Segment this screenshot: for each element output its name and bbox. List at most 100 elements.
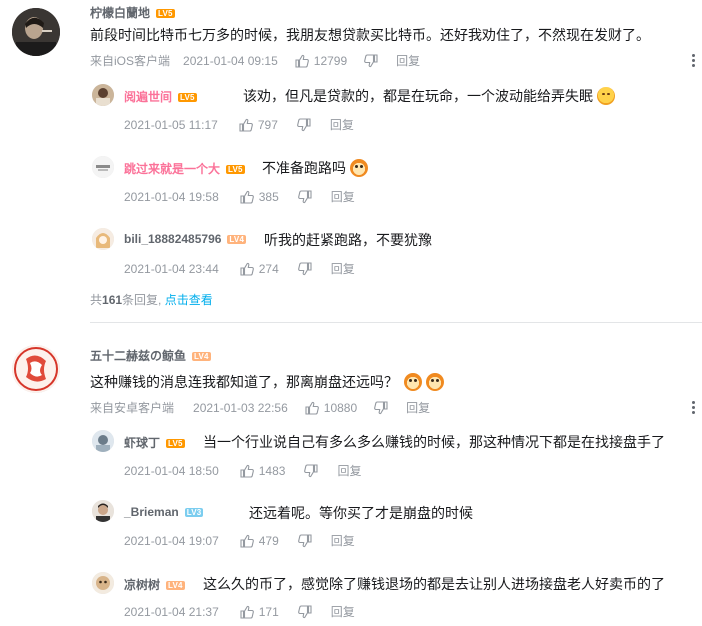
reply-text: 该劝，但凡是贷款的，都是在玩命，一个波动能给弄失眠 bbox=[243, 86, 615, 106]
level-badge: LV5 bbox=[178, 93, 197, 103]
thumbs-up-icon[interactable] bbox=[304, 400, 320, 416]
reply-text: 听我的赶紧跑路，不要犹豫 bbox=[264, 232, 432, 248]
reply-count: 161 bbox=[102, 293, 123, 307]
reply-username[interactable]: 凉树树 LV4 bbox=[124, 576, 185, 593]
reply-button[interactable]: 回复 bbox=[396, 52, 420, 69]
avatar[interactable] bbox=[92, 430, 114, 452]
avatar[interactable] bbox=[12, 8, 60, 56]
thumbs-up-icon[interactable] bbox=[239, 463, 255, 479]
reply-button[interactable]: 回复 bbox=[331, 188, 355, 205]
like-count: 797 bbox=[257, 117, 278, 132]
reply-text-content: 不准备跑路吗 bbox=[262, 160, 346, 176]
thumbs-down-icon[interactable] bbox=[297, 189, 313, 205]
avatar[interactable] bbox=[12, 345, 60, 393]
reply-username[interactable]: 跳过来就是一个大 LV5 bbox=[124, 160, 245, 177]
more-options-icon[interactable] bbox=[692, 54, 696, 68]
thumbs-up-icon[interactable] bbox=[239, 189, 255, 205]
comment-meta: 来自iOS客户端 2021-01-04 09:15 12799 回复 bbox=[90, 52, 420, 69]
thumbs-up-icon[interactable] bbox=[239, 533, 255, 549]
thumbs-up-icon[interactable] bbox=[238, 117, 254, 133]
timestamp: 2021-01-04 23:44 bbox=[124, 261, 219, 276]
like-button[interactable]: 797 bbox=[238, 117, 278, 133]
reply-text: 不准备跑路吗 bbox=[262, 158, 368, 178]
like-count: 479 bbox=[258, 533, 279, 548]
reply-button[interactable]: 回复 bbox=[406, 399, 430, 416]
thumbs-down-icon[interactable] bbox=[373, 400, 389, 416]
like-button[interactable]: 171 bbox=[239, 604, 279, 620]
username-text[interactable]: 柠檬白蘭地 bbox=[90, 6, 150, 20]
level-badge: LV4 bbox=[227, 235, 247, 245]
reply-username[interactable]: _Brieman LV3 bbox=[124, 505, 204, 519]
username-text[interactable]: 五十二赫兹の鲸鱼 bbox=[90, 349, 186, 363]
avatar[interactable] bbox=[92, 500, 114, 522]
source-label: 来自iOS客户端 bbox=[90, 54, 171, 68]
reply-text: 这么久的币了，感觉除了赚钱退场的都是去让别人进场接盘老人好卖币的了 bbox=[203, 576, 665, 592]
timestamp: 2021-01-04 18:50 bbox=[124, 463, 219, 478]
username[interactable]: 五十二赫兹の鲸鱼 LV4 bbox=[90, 347, 211, 364]
like-button[interactable]: 274 bbox=[239, 261, 279, 277]
level-badge: LV5 bbox=[156, 9, 175, 19]
summary-prefix: 共 bbox=[90, 293, 103, 307]
thumbs-down-icon[interactable] bbox=[297, 604, 313, 620]
comment-text-content: 这种赚钱的消息连我都知道了，那离崩盘还远吗？ bbox=[90, 374, 398, 390]
thumbs-down-icon[interactable] bbox=[297, 261, 313, 277]
reply-username[interactable]: 虾球丁 LV5 bbox=[124, 434, 185, 451]
thumbs-down-icon[interactable] bbox=[363, 53, 379, 69]
reply-text: 还远着呢。等你买了才是崩盘的时候 bbox=[249, 505, 473, 521]
like-button[interactable]: 479 bbox=[239, 533, 279, 549]
thumbs-up-icon[interactable] bbox=[239, 604, 255, 620]
like-button[interactable]: 1483 bbox=[239, 463, 285, 479]
username-text[interactable]: 凉树树 bbox=[124, 578, 160, 592]
reply-summary: 共161条回复, 点击查看 bbox=[90, 291, 213, 308]
reply-meta: 2021-01-04 19:07 479 回复 bbox=[124, 532, 355, 549]
reply-meta: 2021-01-04 23:44 274 回复 bbox=[124, 260, 355, 277]
username-text[interactable]: 阅遍世间 bbox=[124, 90, 172, 104]
face-emoji-icon bbox=[597, 87, 615, 105]
thumbs-up-icon[interactable] bbox=[239, 261, 255, 277]
reply-button[interactable]: 回复 bbox=[331, 532, 355, 549]
like-button[interactable]: 385 bbox=[239, 189, 279, 205]
reply-username[interactable]: bili_18882485796 LV4 bbox=[124, 232, 247, 246]
like-count: 385 bbox=[258, 189, 279, 204]
like-count: 274 bbox=[258, 261, 279, 276]
reply-meta: 2021-01-05 11:17 797 回复 bbox=[124, 116, 354, 133]
reply-button[interactable]: 回复 bbox=[337, 462, 361, 479]
like-count: 12799 bbox=[313, 53, 348, 68]
avatar[interactable] bbox=[92, 572, 114, 594]
username-text[interactable]: 跳过来就是一个大 bbox=[124, 162, 220, 176]
timestamp: 2021-01-04 19:58 bbox=[124, 189, 219, 204]
reply-meta: 2021-01-04 19:58 385 回复 bbox=[124, 188, 355, 205]
timestamp: 2021-01-04 21:37 bbox=[124, 604, 219, 619]
thumbs-down-icon[interactable] bbox=[296, 117, 312, 133]
like-button[interactable]: 10880 bbox=[304, 400, 357, 416]
reply-meta: 2021-01-04 18:50 1483 回复 bbox=[124, 462, 361, 479]
level-badge: LV4 bbox=[166, 581, 185, 591]
username-text[interactable]: _Brieman bbox=[124, 505, 179, 519]
thumbs-down-icon[interactable] bbox=[297, 533, 313, 549]
like-button[interactable]: 12799 bbox=[294, 53, 347, 69]
reply-button[interactable]: 回复 bbox=[331, 603, 355, 620]
more-options-icon[interactable] bbox=[692, 401, 696, 415]
reply-button[interactable]: 回复 bbox=[331, 260, 355, 277]
comment-text: 这种赚钱的消息连我都知道了，那离崩盘还远吗？ bbox=[90, 372, 444, 392]
level-badge: LV5 bbox=[226, 165, 245, 175]
timestamp: 2021-01-05 11:17 bbox=[124, 117, 218, 132]
timestamp: 2021-01-03 22:56 bbox=[193, 400, 288, 415]
username-text[interactable]: 虾球丁 bbox=[124, 436, 160, 450]
dog-emoji-icon bbox=[350, 159, 368, 177]
view-replies-link[interactable]: 点击查看 bbox=[165, 293, 213, 307]
reply-text: 当一个行业说自己有多么多么赚钱的时候，那这种情况下都是在找接盘手了 bbox=[203, 434, 665, 450]
divider bbox=[90, 322, 702, 323]
thumbs-down-icon[interactable] bbox=[303, 463, 319, 479]
thumbs-up-icon[interactable] bbox=[294, 53, 310, 69]
dog-emoji-icon bbox=[404, 373, 422, 391]
avatar[interactable] bbox=[92, 84, 114, 106]
comment-meta: 来自安卓客户端 2021-01-03 22:56 10880 回复 bbox=[90, 399, 430, 416]
reply-username[interactable]: 阅遍世间 LV5 bbox=[124, 88, 197, 105]
reply-button[interactable]: 回复 bbox=[330, 116, 354, 133]
reply-text-content: 该劝，但凡是贷款的，都是在玩命，一个波动能给弄失眠 bbox=[243, 88, 593, 104]
avatar[interactable] bbox=[92, 228, 114, 250]
username-text[interactable]: bili_18882485796 bbox=[124, 232, 221, 246]
username[interactable]: 柠檬白蘭地 LV5 bbox=[90, 4, 175, 21]
avatar[interactable] bbox=[92, 156, 114, 178]
